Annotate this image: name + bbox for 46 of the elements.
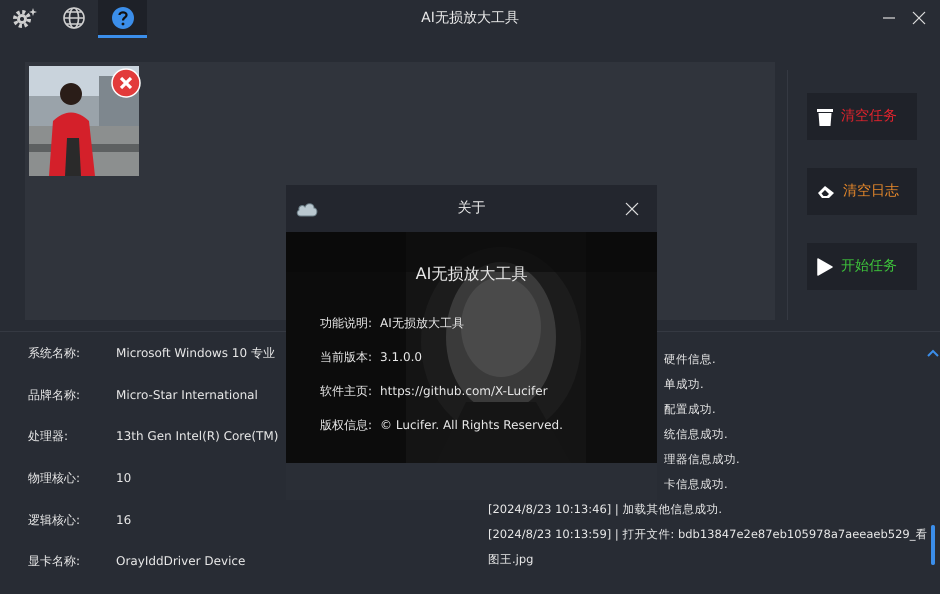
play-icon [817, 258, 833, 276]
help-icon [110, 6, 134, 30]
info-value: Microsoft Windows 10 专业 [116, 345, 275, 362]
window-title: AI无损放大工具 [421, 10, 519, 26]
dialog-heading: AI无损放大工具 [416, 264, 528, 283]
dialog-title: 关于 [458, 200, 486, 216]
log-line: 统信息成功. [664, 427, 728, 441]
info-value: 13th Gen Intel(R) Core(TM) [116, 428, 278, 446]
log-line: [2024/8/23 10:13:59] | 打开文件: bdb13847e2e87eb105978a7aeeaeb529_看图王.jpg [488, 527, 928, 566]
about-value: © Lucifer. All Rights Reserved. [380, 417, 563, 434]
close-icon [912, 11, 926, 25]
clear-tasks-button[interactable]: 清空任务 [807, 93, 917, 140]
log-line: 理器信息成功. [664, 452, 740, 466]
about-label: 功能说明: [320, 315, 372, 332]
info-value: 16 [116, 512, 132, 529]
info-label: 逻辑核心: [28, 512, 82, 529]
about-value: https://github.com/X-Lucifer [380, 383, 548, 400]
eraser-icon [817, 184, 835, 198]
info-label: 处理器: [28, 428, 70, 446]
log-line: 硬件信息. [664, 352, 716, 366]
start-button[interactable]: 开始任务 [807, 243, 917, 290]
info-label: 显卡名称: [28, 553, 82, 570]
log-line: 配置成功. [664, 402, 716, 416]
log-line: 卡信息成功. [664, 477, 728, 491]
about-value: 3.1.0.0 [380, 349, 422, 366]
globe-icon [62, 6, 86, 30]
info-label: 物理核心: [28, 470, 82, 488]
log-line: [2024/8/23 10:13:46] | 加载其他信息成功. [488, 502, 722, 516]
info-value: Micro-Star International [116, 386, 258, 404]
info-label: 系统名称: [28, 345, 82, 362]
info-label: 品牌名称: [28, 386, 82, 404]
close-icon [625, 202, 639, 216]
info-value: OrayIddDriver Device [116, 553, 246, 570]
log-line: 单成功. [664, 377, 704, 391]
gear-icon [12, 6, 38, 30]
scrollbar-drawing[interactable] [926, 348, 940, 568]
about-value: AI无损放大工具 [380, 315, 464, 332]
clear-log-button[interactable]: 清空日志 [807, 168, 917, 215]
trash-icon [817, 108, 833, 126]
about-label: 软件主页: [320, 383, 372, 400]
delete-icon[interactable] [111, 68, 141, 98]
cloud-icon [296, 200, 318, 216]
info-value: 10 [116, 470, 132, 488]
about-label: 当前版本: [320, 349, 372, 366]
about-label: 版权信息: [320, 417, 372, 434]
help-tab[interactable] [98, 0, 147, 38]
